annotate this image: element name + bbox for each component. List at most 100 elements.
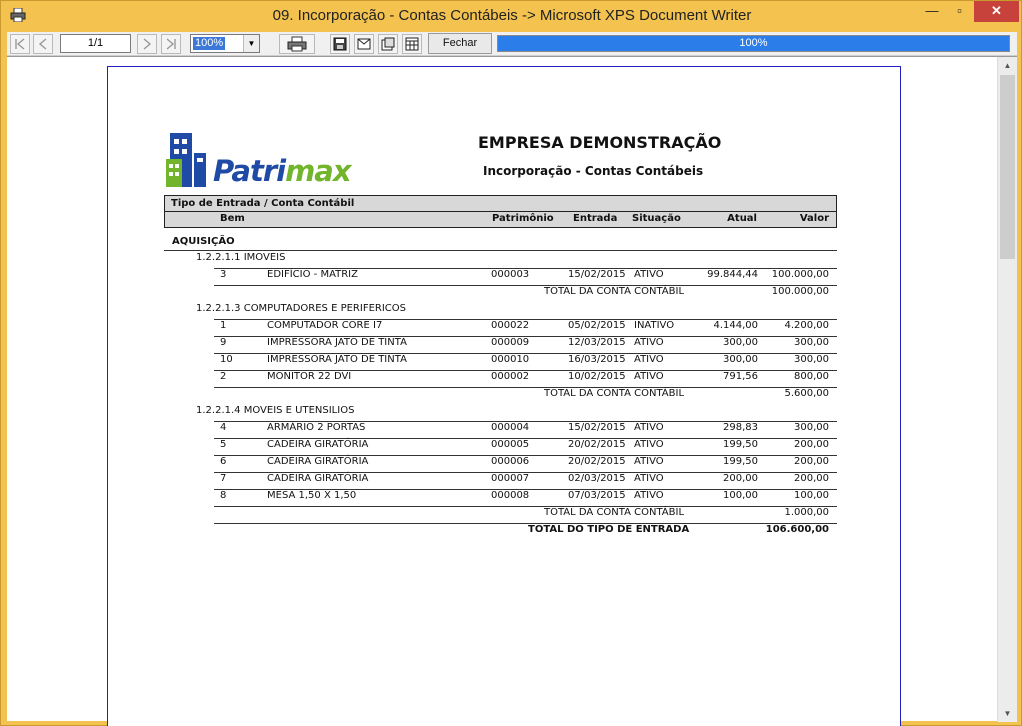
page-setup-icon [405, 37, 419, 51]
item-number: 8 [220, 490, 227, 501]
item-description: ARMÁRIO 2 PORTAS [267, 422, 366, 433]
last-page-button[interactable] [161, 34, 181, 54]
item-situacao: ATIVO [634, 371, 664, 382]
entry-type-label: AQUISIÇÃO [172, 236, 235, 247]
item-atual: 199,50 [723, 439, 758, 450]
close-window-button[interactable]: ✕ [974, 1, 1019, 22]
zoom-select[interactable]: 100% ▼ [190, 34, 260, 53]
item-number: 7 [220, 473, 227, 484]
previous-page-button[interactable] [33, 34, 53, 54]
grand-total-value: 106.600,00 [765, 524, 829, 535]
item-situacao: ATIVO [634, 422, 664, 433]
previous-page-icon [38, 38, 47, 50]
window-title: 09. Incorporação - Contas Contábeis -> M… [272, 7, 752, 24]
item-situacao: ATIVO [634, 337, 664, 348]
first-page-button[interactable] [10, 34, 30, 54]
next-page-button[interactable] [137, 34, 157, 54]
grand-total-label: TOTAL DO TIPO DE ENTRADA [528, 524, 690, 535]
item-atual: 200,00 [723, 473, 758, 484]
row-divider [214, 523, 837, 524]
envelope-icon [357, 38, 371, 50]
item-entrada: 07/03/2015 [568, 490, 626, 501]
item-number: 3 [220, 269, 227, 280]
account-total-label: TOTAL DA CONTA CONTÁBIL [544, 507, 685, 518]
item-situacao: ATIVO [634, 354, 664, 365]
item-situacao: ATIVO [634, 269, 664, 280]
header-entry-type: Tipo de Entrada / Conta Contábil [171, 198, 355, 209]
item-situacao: INATIVO [634, 320, 675, 331]
scroll-up-icon[interactable]: ▲ [998, 57, 1017, 74]
item-patrimonio: 000022 [491, 320, 530, 331]
scroll-down-icon[interactable]: ▼ [998, 705, 1017, 722]
item-patrimonio: 000007 [491, 473, 530, 484]
item-description: CADEIRA GIRATÓRIA [267, 456, 369, 467]
item-patrimonio: 000004 [491, 422, 530, 433]
col-atual: Atual [727, 213, 757, 224]
item-valor: 200,00 [794, 473, 829, 484]
first-page-icon [15, 38, 25, 50]
preview-area[interactable]: Patrimax EMPRESA DEMONSTRAÇÃO Incorporaç… [7, 56, 1017, 726]
account-total-label: TOTAL DA CONTA CONTÁBIL [544, 286, 685, 297]
chevron-down-icon: ▼ [243, 35, 259, 52]
item-description: EDIFÍCIO - MATRIZ [267, 269, 358, 280]
item-valor: 300,00 [794, 354, 829, 365]
item-patrimonio: 000010 [491, 354, 530, 365]
save-icon [333, 37, 347, 51]
item-atual: 298,83 [723, 422, 758, 433]
vertical-scrollbar[interactable]: ▲ ▼ [997, 57, 1017, 722]
page-number-input[interactable]: 1/1 [60, 34, 131, 53]
item-atual: 99.844,44 [707, 269, 758, 280]
close-preview-button[interactable]: Fechar [428, 33, 492, 54]
item-valor: 200,00 [794, 439, 829, 450]
report-column-header: Tipo de Entrada / Conta Contábil Bem Pat… [164, 195, 837, 228]
item-patrimonio: 000009 [491, 337, 530, 348]
maximize-button[interactable]: ▫ [946, 1, 973, 22]
row-divider [214, 285, 837, 286]
item-valor: 100,00 [794, 490, 829, 501]
email-button[interactable] [354, 34, 374, 54]
print-button[interactable] [279, 34, 315, 54]
item-atual: 791,56 [723, 371, 758, 382]
account-total-value: 100.000,00 [771, 286, 829, 297]
item-number: 1 [220, 320, 227, 331]
page-setup-button[interactable] [402, 34, 422, 54]
item-patrimonio: 000003 [491, 269, 530, 280]
minimize-button[interactable]: — [918, 1, 946, 22]
account-name: 1.2.2.1.4 MOVEIS E UTENSILIOS [196, 405, 355, 416]
item-valor: 800,00 [794, 371, 829, 382]
row-divider [214, 387, 837, 388]
last-page-icon [166, 38, 176, 50]
company-name: EMPRESA DEMONSTRAÇÃO [478, 133, 722, 152]
col-patrimonio: Patrimônio [492, 213, 554, 224]
export-button[interactable] [378, 34, 398, 54]
scroll-thumb[interactable] [1000, 75, 1015, 259]
account-total-value: 1.000,00 [784, 507, 829, 518]
export-icon [381, 37, 395, 51]
item-number: 2 [220, 371, 227, 382]
row-divider [214, 506, 837, 507]
item-patrimonio: 000002 [491, 371, 530, 382]
item-valor: 100.000,00 [771, 269, 829, 280]
item-description: CADEIRA GIRATÓRIA [267, 473, 369, 484]
item-number: 5 [220, 439, 227, 450]
item-atual: 300,00 [723, 354, 758, 365]
save-button[interactable] [330, 34, 350, 54]
item-entrada: 10/02/2015 [568, 371, 626, 382]
item-atual: 199,50 [723, 456, 758, 467]
account-name: 1.2.2.1.3 COMPUTADORES E PERIFERICOS [196, 303, 406, 314]
item-situacao: ATIVO [634, 456, 664, 467]
item-entrada: 12/03/2015 [568, 337, 626, 348]
item-description: CADEIRA GIRATÓRIA [267, 439, 369, 450]
account-total-label: TOTAL DA CONTA CONTÁBIL [544, 388, 685, 399]
preview-toolbar: 1/1 100% ▼ Fechar 100% [7, 32, 1017, 56]
item-atual: 300,00 [723, 337, 758, 348]
app-window: 09. Incorporação - Contas Contábeis -> M… [0, 0, 1022, 726]
item-number: 10 [220, 354, 233, 365]
col-bem: Bem [220, 213, 245, 224]
item-number: 4 [220, 422, 227, 433]
item-valor: 300,00 [794, 337, 829, 348]
progress-text: 100% [739, 37, 768, 49]
item-situacao: ATIVO [634, 439, 664, 450]
item-entrada: 20/02/2015 [568, 456, 626, 467]
item-entrada: 05/02/2015 [568, 320, 626, 331]
